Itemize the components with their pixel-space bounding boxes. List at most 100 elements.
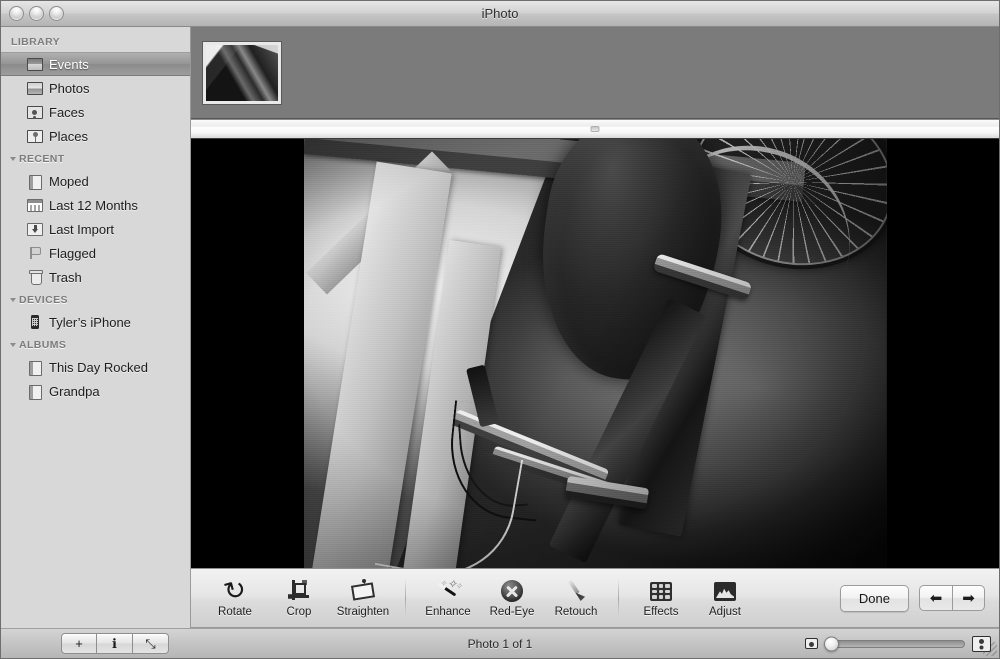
enhance-wand-icon: ✧ ✧ ✧ (434, 578, 463, 604)
zoom-slider[interactable] (824, 636, 965, 651)
sidebar-item-label: Last 12 Months (49, 197, 138, 213)
sidebar-item-moped[interactable]: Moped (1, 169, 190, 193)
adjust-histogram-icon (711, 578, 739, 604)
zoom-control (805, 635, 991, 652)
photo-thumbnail-1[interactable] (203, 41, 281, 104)
add-button[interactable]: + (61, 633, 97, 654)
edit-toolbar: Rotate Crop Straighten (191, 568, 999, 628)
fullscreen-button[interactable]: ⤡ (133, 633, 169, 654)
sidebar-item-label: Faces (49, 104, 85, 120)
sidebar-item-flagged[interactable]: Flagged (1, 241, 190, 265)
retouch-button[interactable]: Retouch (544, 578, 608, 618)
retouch-brush-icon (562, 578, 590, 604)
rotate-button[interactable]: Rotate (203, 578, 267, 618)
sidebar-section-albums[interactable]: ALBUMS (1, 334, 190, 355)
calendar-icon (27, 198, 43, 212)
sidebar-item-places[interactable]: Places (1, 124, 190, 148)
sidebar-item-label: This Day Rocked (49, 359, 148, 375)
previous-photo-button[interactable]: ⬅ (919, 585, 952, 611)
disclosure-triangle-icon (10, 157, 16, 161)
disclosure-triangle-icon (10, 343, 16, 347)
sidebar-item-events[interactable]: Events (1, 52, 190, 76)
zoom-slider-knob[interactable] (824, 636, 839, 651)
window-title: iPhoto (481, 6, 519, 21)
title-bar: iPhoto (1, 1, 999, 27)
sidebar-item-label: Tyler’s iPhone (49, 314, 131, 330)
tool-label: Crop (286, 606, 312, 618)
enhance-button[interactable]: ✧ ✧ ✧ Enhance (416, 578, 480, 618)
close-button[interactable] (9, 6, 24, 21)
effects-button[interactable]: Effects (629, 578, 693, 618)
window-body: LIBRARY Events Photos Faces Places RECEN… (1, 27, 999, 628)
adjust-button[interactable]: Adjust (693, 578, 757, 618)
tool-label: Straighten (336, 606, 390, 618)
faces-icon (27, 105, 43, 119)
photos-icon (27, 81, 43, 95)
sidebar-item-faces[interactable]: Faces (1, 100, 190, 124)
red-eye-button[interactable]: Red-Eye (480, 578, 544, 618)
album-icon (27, 384, 43, 400)
flag-icon (27, 246, 43, 261)
sidebar-item-label: Photos (49, 80, 90, 96)
window-controls (9, 6, 64, 21)
tool-label: Effects (643, 606, 679, 618)
toolbar-divider (405, 579, 406, 617)
large-thumbnail-icon[interactable] (972, 635, 991, 652)
crop-icon (285, 578, 313, 604)
events-icon (27, 57, 43, 71)
done-button[interactable]: Done (839, 584, 909, 612)
navigation-buttons: ⬅ ➡ (919, 585, 985, 611)
next-photo-button[interactable]: ➡ (952, 585, 985, 611)
thumbnail-image (206, 44, 278, 101)
zoom-button[interactable] (49, 6, 64, 21)
sidebar-section-label: DEVICES (19, 294, 68, 306)
sidebar-item-grandpa[interactable]: Grandpa (1, 379, 190, 403)
album-icon (27, 360, 43, 376)
disclosure-triangle-icon (10, 298, 16, 302)
sidebar-item-photos[interactable]: Photos (1, 76, 190, 100)
album-icon (27, 174, 43, 190)
status-button-group: + ℹ ⤡ (61, 633, 169, 654)
tool-label: Enhance (425, 606, 471, 618)
sidebar-item-label: Events (49, 56, 89, 72)
splitter-handle-icon (590, 126, 600, 132)
trash-icon (27, 270, 43, 285)
straighten-button[interactable]: Straighten (331, 578, 395, 618)
photo-viewer[interactable] (191, 139, 999, 568)
crop-button[interactable]: Crop (267, 578, 331, 618)
sidebar-item-label: Trash (49, 269, 82, 285)
pane-splitter[interactable] (191, 119, 999, 139)
places-icon (27, 129, 43, 143)
rotate-icon (221, 578, 249, 604)
sidebar-item-this-day-rocked[interactable]: This Day Rocked (1, 355, 190, 379)
sidebar-section-devices[interactable]: DEVICES (1, 289, 190, 310)
photo-image (303, 139, 887, 568)
sidebar-item-last-import[interactable]: Last Import (1, 217, 190, 241)
sidebar-section-recent[interactable]: RECENT (1, 148, 190, 169)
info-button[interactable]: ℹ (97, 633, 133, 654)
red-eye-icon (498, 578, 526, 604)
filmstrip[interactable] (191, 27, 999, 119)
toolbar-right-group: Done ⬅ ➡ (839, 584, 987, 612)
right-pane: Rotate Crop Straighten (191, 27, 999, 628)
tool-label: Red-Eye (489, 606, 535, 618)
status-bar: + ℹ ⤡ Photo 1 of 1 (1, 628, 999, 658)
iphone-icon (27, 315, 43, 330)
sidebar-item-last-12-months[interactable]: Last 12 Months (1, 193, 190, 217)
sidebar-section-label: ALBUMS (19, 339, 67, 351)
iphoto-window: iPhoto LIBRARY Events Photos Faces Place… (0, 0, 1000, 659)
sidebar-section-library: LIBRARY (11, 36, 61, 48)
sidebar-section-label: RECENT (19, 153, 65, 165)
sidebar-item-tylers-iphone[interactable]: Tyler’s iPhone (1, 310, 190, 334)
minimize-button[interactable] (29, 6, 44, 21)
tool-label: Rotate (218, 606, 252, 618)
tool-label: Retouch (554, 606, 598, 618)
tool-label: Adjust (709, 606, 741, 618)
effects-grid-icon (647, 578, 675, 604)
small-thumbnail-icon[interactable] (805, 638, 818, 649)
sidebar-item-label: Flagged (49, 245, 96, 261)
sidebar-item-trash[interactable]: Trash (1, 265, 190, 289)
sidebar-item-label: Moped (49, 173, 89, 189)
sidebar: LIBRARY Events Photos Faces Places RECEN… (1, 27, 191, 628)
sidebar-item-label: Last Import (49, 221, 115, 237)
